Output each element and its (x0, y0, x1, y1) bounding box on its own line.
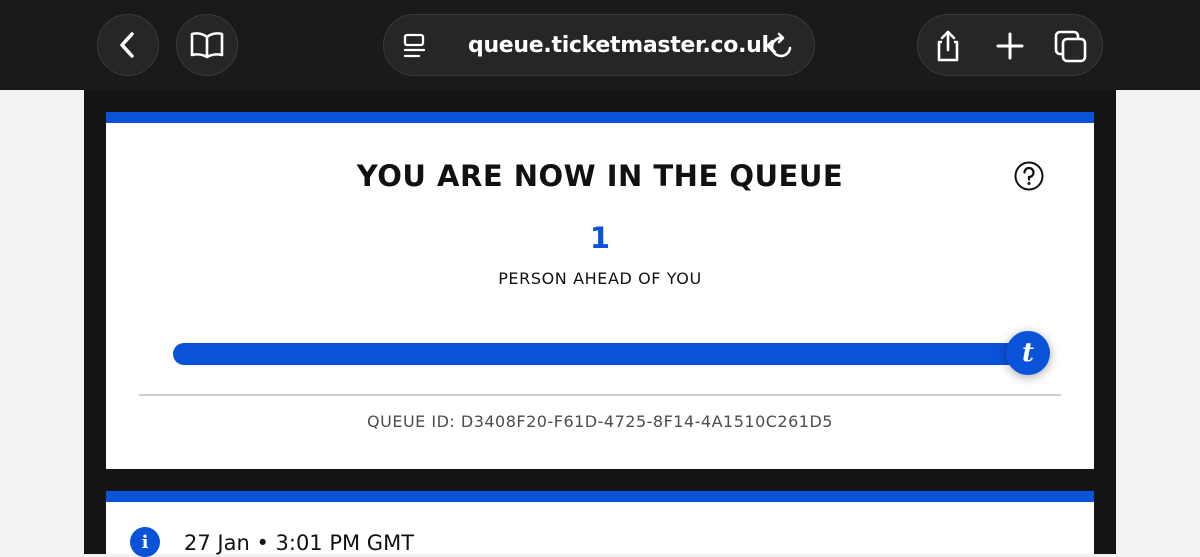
queue-id: QUEUE ID: D3408F20-F61D-4725-8F14-4A1510… (367, 412, 833, 431)
queue-card: YOU ARE NOW IN THE QUEUE 1 PERSON AHEAD … (106, 112, 1094, 469)
share-icon[interactable] (931, 29, 965, 63)
toolbar-actions (917, 14, 1103, 76)
queue-progress-fill (173, 343, 1047, 365)
browser-toolbar: queue.ticketmaster.co.uk (0, 0, 1200, 90)
tabs-icon[interactable] (1053, 29, 1089, 65)
divider (139, 394, 1061, 396)
help-icon[interactable] (1014, 161, 1044, 191)
info-timestamp: 27 Jan • 3:01 PM GMT (184, 531, 415, 555)
info-card: i 27 Jan • 3:01 PM GMT (106, 491, 1094, 557)
url-text[interactable]: queue.ticketmaster.co.uk (468, 32, 776, 60)
queue-title: YOU ARE NOW IN THE QUEUE (356, 159, 844, 193)
plus-icon[interactable] (993, 29, 1027, 63)
reader-mode-icon[interactable] (402, 33, 428, 59)
card-accent-bar (106, 112, 1094, 123)
reload-icon[interactable] (768, 31, 796, 61)
address-bar[interactable]: queue.ticketmaster.co.uk (383, 14, 815, 76)
ticketmaster-logo-marker: t (1006, 331, 1050, 375)
card-accent-bar (106, 491, 1094, 502)
people-ahead-label: PERSON AHEAD OF YOU (498, 269, 702, 288)
queue-progress-bar (173, 343, 1047, 365)
back-button[interactable] (97, 14, 159, 76)
chevron-left-icon (120, 32, 134, 58)
book-icon (190, 32, 224, 59)
bookmarks-button[interactable] (176, 14, 238, 76)
info-icon: i (130, 527, 160, 557)
people-ahead-count: 1 (589, 221, 611, 255)
